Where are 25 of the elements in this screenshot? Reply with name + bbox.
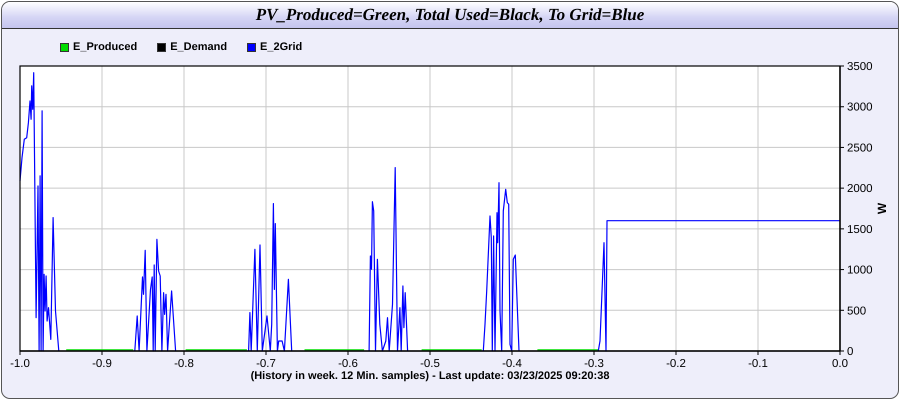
tick-label: -0.7 <box>256 358 276 370</box>
tick-label: 2000 <box>847 183 873 196</box>
chart-title: PV_Produced=Green, Total Used=Black, To Grid=Blue <box>256 5 644 25</box>
tick-label: -0.3 <box>584 358 604 370</box>
tick-label: 3500 <box>847 61 873 73</box>
tick-label: 1500 <box>847 224 873 236</box>
tick-label: 3000 <box>847 102 873 114</box>
tick-label: 0.0 <box>832 358 848 370</box>
tick-label: 2500 <box>847 142 873 154</box>
tick-label: -0.5 <box>420 358 440 370</box>
legend-label: E_Demand <box>170 41 228 53</box>
tick-label: -1.0 <box>10 358 30 370</box>
tick-label: -0.2 <box>666 358 686 370</box>
tick-label: -0.9 <box>92 358 112 370</box>
tick-label: -0.6 <box>338 358 358 370</box>
tick-label: 1000 <box>847 264 873 277</box>
legend-label: E_2Grid <box>260 41 302 53</box>
chart-caption: (History in week. 12 Min. samples) - Last update: 03/23/2025 09:20:38 <box>250 370 610 382</box>
legend-label: E_Produced <box>73 41 138 53</box>
axis-label: W <box>875 202 889 214</box>
tick-label: -0.4 <box>502 358 522 370</box>
tick-label: -0.1 <box>748 358 768 370</box>
tick-label: 0 <box>847 346 854 358</box>
tick-label: 500 <box>847 305 866 318</box>
tick-label: -0.8 <box>174 358 194 370</box>
